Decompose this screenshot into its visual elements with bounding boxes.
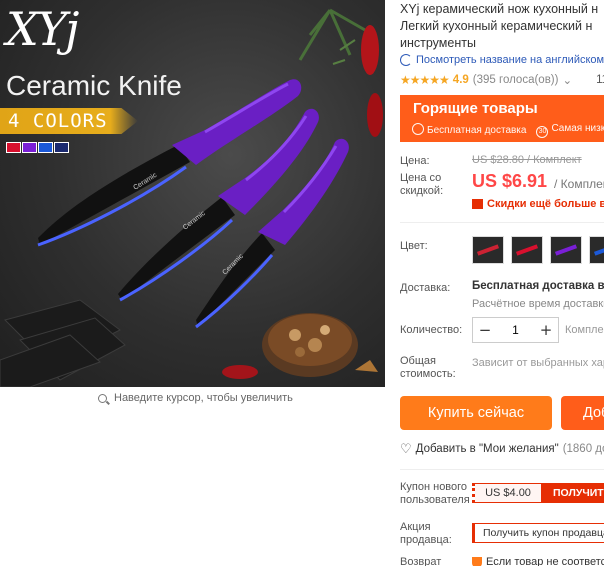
zoom-hint: Наведите курсор, чтобы увеличить: [98, 392, 293, 404]
color-label: Цвет:: [400, 240, 428, 252]
color-option-3[interactable]: [550, 236, 582, 264]
gift-icon: [472, 199, 483, 209]
thirty-badge-icon: 30: [536, 126, 549, 138]
shipping-method[interactable]: Бесплатная доставка в Russian: [472, 280, 604, 292]
product-title: XYj керамический нож кухонный н Легкий к…: [400, 1, 604, 52]
rating-row: ★★★★★ 4.9 (395 голоса(ов)) ⌄ 117: [400, 73, 604, 87]
discount-price: US $6.91: [472, 171, 548, 191]
shipping-label: Доставка:: [400, 282, 451, 294]
return-policy-text: Если товар не соответствует: [486, 556, 604, 566]
price-unit: / Комплект: [554, 177, 604, 191]
wishlist-count: (1860 доба: [562, 443, 604, 455]
color-option-2[interactable]: [511, 236, 543, 264]
rating-stars-icon: ★★★★★: [400, 73, 450, 87]
magnifier-icon: [98, 393, 107, 403]
wishlist-text[interactable]: Добавить в "Мои желания": [416, 443, 559, 455]
shield-icon: [472, 556, 482, 566]
get-coupon-button[interactable]: ПОЛУЧИТЬ: [541, 484, 604, 502]
seller-promo-label: Акция продавца:: [400, 521, 452, 546]
promo-title: Горящие товары: [413, 100, 538, 117]
price-label: Цена:: [400, 155, 430, 167]
old-price: US $28.80 / Комплект: [472, 154, 582, 166]
promo-lowest-price: 30Самая низка: [536, 123, 604, 138]
knife-sheaths: [0, 299, 126, 387]
total-label: Общая стоимость:: [400, 355, 456, 380]
quantity-input[interactable]: [497, 318, 534, 342]
title-line-1: XYj керамический нож кухонный н: [400, 2, 599, 16]
discount-price-label: Цена со скидкой:: [400, 172, 444, 197]
promo-free-shipping: Бесплатная доставка: [412, 123, 526, 138]
promo-features: Бесплатная доставка 30Самая низка: [412, 123, 604, 138]
color-swatches: [6, 142, 69, 153]
product-info-panel: XYj керамический нож кухонный н Легкий к…: [392, 0, 604, 566]
return-label: Возврат: [400, 556, 442, 566]
add-to-wishlist-link[interactable]: ♡ Добавить в "Мои желания" (1860 доба: [400, 441, 604, 457]
zoom-hint-text: Наведите курсор, чтобы увеличить: [114, 392, 293, 404]
swatch-blue: [38, 142, 53, 153]
buy-now-button[interactable]: Купить сейчас: [400, 396, 552, 430]
translate-link-text[interactable]: Посмотреть название на английском: [416, 54, 604, 66]
divider: [400, 469, 604, 470]
colors-tag: 4 COLORS: [0, 108, 138, 134]
chevron-down-icon[interactable]: ⌄: [562, 73, 572, 87]
total-note: Зависит от выбранных характеристик: [472, 357, 604, 369]
translate-title-link[interactable]: Посмотреть название на английском: [400, 54, 604, 66]
quantity-decrease-button[interactable]: −: [473, 318, 497, 342]
color-option-1[interactable]: [472, 236, 504, 264]
shipping-icon: [412, 123, 424, 135]
new-user-coupon-label: Купон нового пользователя: [400, 481, 470, 506]
return-policy: Если товар не соответствует: [472, 556, 604, 566]
app-discount-link[interactable]: Скидки ещё больше в приложении: [472, 198, 604, 210]
heart-icon: ♡: [400, 441, 412, 456]
knife-set-illustration: Ceramic Ceramic Ceramic: [0, 8, 383, 387]
quantity-label: Количество:: [400, 324, 463, 336]
app-discount-text[interactable]: Скидки ещё больше в приложении: [487, 198, 604, 210]
orders-count: 117: [596, 74, 604, 86]
add-to-cart-button[interactable]: Доб: [561, 396, 604, 430]
quantity-increase-button[interactable]: +: [534, 318, 558, 342]
translate-icon: [400, 54, 412, 66]
color-options: [472, 236, 604, 264]
knife-large: [37, 79, 302, 247]
votes-link[interactable]: (395 голоса(ов)): [473, 74, 559, 86]
hot-deals-banner[interactable]: Горящие товары Бесплатная доставка 30 Сам…: [400, 95, 604, 142]
quantity-unit-note: Комплект: [565, 324, 604, 336]
swatch-red: [6, 142, 21, 153]
title-line-3: инструменты: [400, 36, 476, 50]
quantity-stepper: − +: [472, 317, 559, 343]
new-user-coupon[interactable]: US $4.00 ПОЛУЧИТЬ: [472, 483, 604, 503]
rating-value: 4.9: [452, 74, 469, 86]
title-line-2: Легкий кухонный керамический н: [400, 19, 593, 33]
seller-coupon-button[interactable]: Получить купон продавца: [472, 523, 604, 543]
shipping-estimate: Расчётное время доставки: [472, 298, 604, 310]
herb-decoration: [298, 8, 366, 65]
swatch-purple: [22, 142, 37, 153]
brand-logo: XYj: [6, 2, 79, 56]
divider: [400, 222, 604, 223]
color-option-4[interactable]: [589, 236, 604, 264]
spice-bowl-decoration: [262, 313, 378, 377]
coupon-amount: US $4.00: [475, 484, 541, 502]
swatch-navy: [54, 142, 69, 153]
image-headline: Ceramic Knife: [6, 70, 182, 101]
product-main-image[interactable]: Ceramic Ceramic Ceramic XYj Ceramic Knif…: [0, 0, 385, 387]
